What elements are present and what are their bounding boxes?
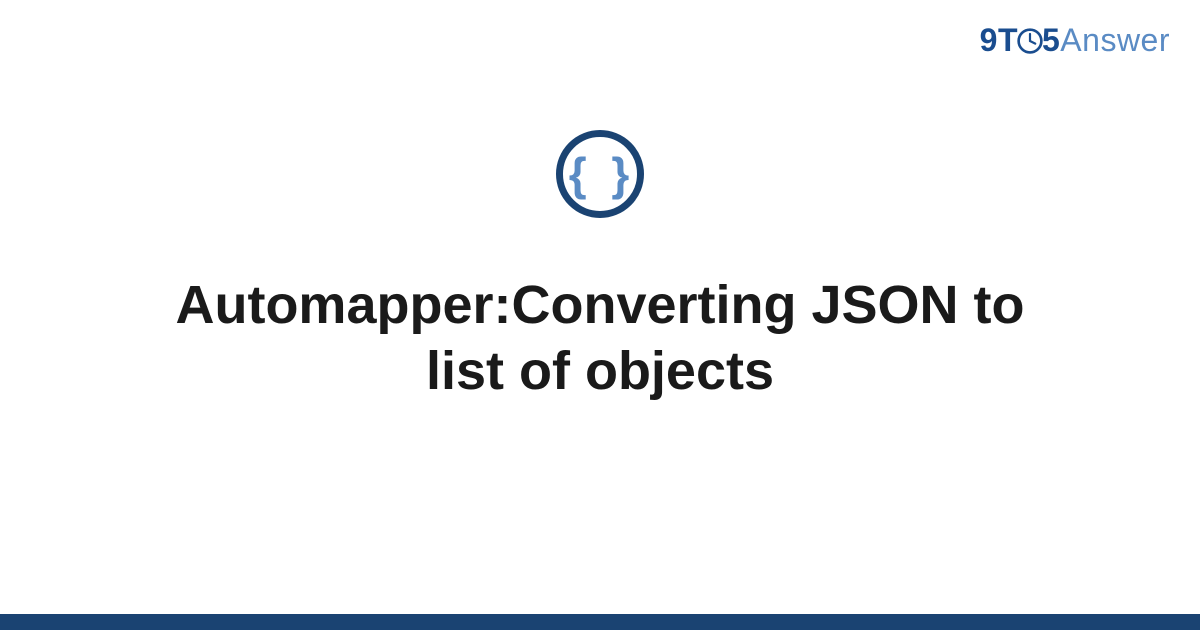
topic-icon-badge: { } — [556, 130, 644, 218]
footer-accent-bar — [0, 614, 1200, 630]
brand-answer: Answer — [1060, 22, 1170, 58]
main-content: { } Automapper:Converting JSON to list o… — [0, 130, 1200, 405]
brand-nine: 9 — [980, 22, 998, 58]
json-braces-icon: { } — [569, 147, 636, 201]
brand-logo: 9T 5Answer — [980, 22, 1170, 63]
clock-icon — [1016, 26, 1044, 63]
page-title: Automapper:Converting JSON to list of ob… — [100, 273, 1100, 405]
brand-t: T — [998, 22, 1018, 58]
brand-five: 5 — [1042, 22, 1060, 58]
